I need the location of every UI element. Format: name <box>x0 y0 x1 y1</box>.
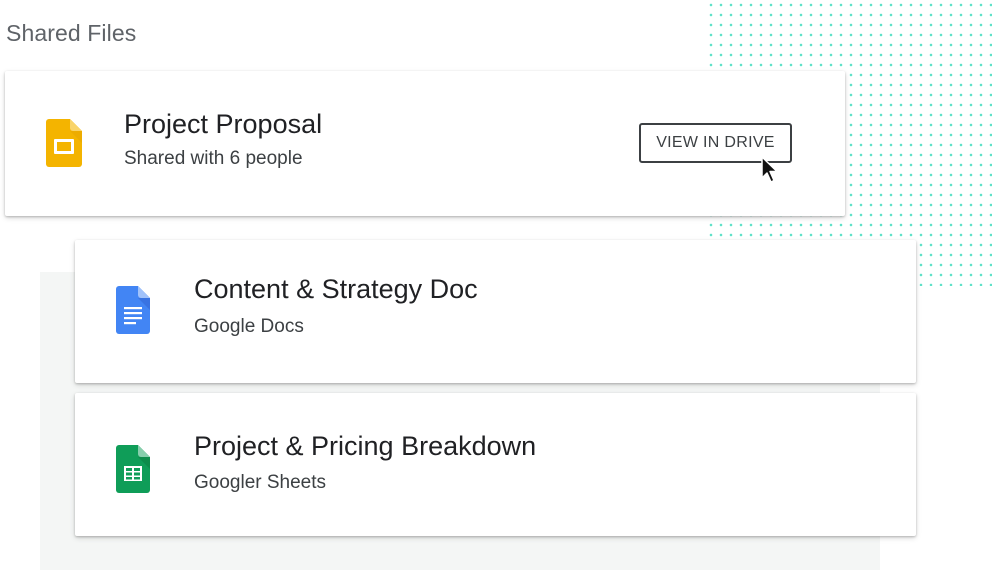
file-card-project-pricing-breakdown[interactable]: Project & Pricing Breakdown Googler Shee… <box>75 393 916 536</box>
file-subtitle: Googler Sheets <box>194 472 327 493</box>
file-subtitle: Google Docs <box>194 316 304 337</box>
file-card-content-strategy-doc[interactable]: Content & Strategy Doc Google Docs <box>75 240 916 383</box>
file-card-project-proposal[interactable]: Project Proposal Shared with 6 people VI… <box>5 71 845 216</box>
google-sheets-icon <box>116 445 150 498</box>
file-title[interactable]: Project & Pricing Breakdown <box>194 431 536 462</box>
file-subtitle: Shared with 6 people <box>124 148 303 169</box>
section-title: Shared Files <box>6 20 137 46</box>
google-docs-icon <box>116 286 150 339</box>
google-slides-icon <box>46 119 82 172</box>
shared-files-stage: Shared Files Project Proposal Shared wit… <box>0 0 992 570</box>
file-title[interactable]: Content & Strategy Doc <box>194 274 478 305</box>
file-title[interactable]: Project Proposal <box>124 109 322 140</box>
mouse-pointer-icon <box>761 156 781 189</box>
